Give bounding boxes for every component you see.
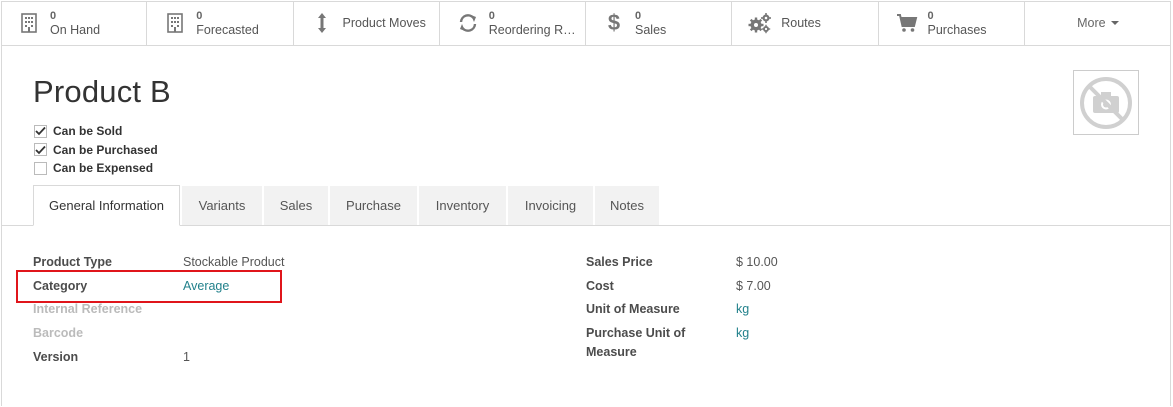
- cart-icon: [895, 11, 919, 35]
- notebook-tabs: General Information Variants Sales Purch…: [1, 185, 1171, 226]
- no-camera-icon: [1080, 76, 1132, 129]
- reordering-rules-label: Reordering Rules: [488, 23, 581, 37]
- purchases-label: Purchases: [927, 23, 987, 37]
- product-flags: Can be Sold Can be Purchased Can be Expe…: [34, 122, 158, 178]
- version-value[interactable]: 1: [183, 350, 190, 364]
- can-be-purchased-label: Can be Purchased: [53, 142, 158, 157]
- unit-of-measure-link[interactable]: kg: [736, 302, 749, 316]
- routes-label: Routes: [781, 16, 821, 30]
- purchases-count: 0: [927, 10, 934, 22]
- product-type-label: Product Type: [33, 255, 112, 269]
- on-hand-count: 0: [50, 10, 57, 22]
- more-label: More: [1077, 16, 1106, 30]
- forecasted-label: Forecasted: [196, 23, 259, 37]
- purchase-uom-label-line1: Purchase Unit of: [586, 326, 686, 340]
- refresh-icon: [456, 11, 480, 35]
- can-be-expensed-label: Can be Expensed: [53, 161, 154, 176]
- tab-general-information[interactable]: General Information: [33, 185, 180, 226]
- sales-price-value[interactable]: $ 10.00: [736, 255, 778, 269]
- tab-notes[interactable]: Notes: [595, 186, 659, 225]
- tab-purchase[interactable]: Purchase: [330, 186, 417, 225]
- tab-invoicing[interactable]: Invoicing: [508, 186, 593, 225]
- smart-buttons-bar: 0 On Hand 0 Forecasted Product Moves 0 Reor…: [1, 1, 1171, 46]
- dollar-icon: $: [607, 10, 621, 35]
- building-icon: [17, 11, 41, 35]
- product-moves-label: Product Moves: [342, 16, 426, 30]
- product-type-value[interactable]: Stockable Product: [183, 255, 284, 269]
- cogs-icon: [748, 11, 772, 35]
- cost-value[interactable]: $ 7.00: [736, 279, 771, 293]
- product-moves-button[interactable]: Product Moves: [294, 1, 440, 45]
- can-be-purchased-row[interactable]: Can be Purchased: [34, 141, 158, 160]
- forecasted-count: 0: [196, 10, 203, 22]
- cost-label: Cost: [586, 279, 614, 293]
- barcode-label: Barcode: [33, 326, 84, 340]
- reordering-rules-button[interactable]: 0 Reordering Rules: [440, 1, 586, 45]
- more-dropdown-button[interactable]: More: [1025, 1, 1171, 45]
- tab-variants[interactable]: Variants: [182, 186, 262, 225]
- can-be-sold-row[interactable]: Can be Sold: [34, 122, 158, 141]
- tab-sales[interactable]: Sales: [264, 186, 328, 225]
- purchase-uom-link[interactable]: kg: [736, 326, 749, 340]
- version-label: Version: [33, 350, 79, 364]
- on-hand-label: On Hand: [50, 23, 101, 37]
- sales-label: Sales: [635, 23, 667, 37]
- product-image[interactable]: [1073, 70, 1139, 135]
- sales-count: 0: [635, 10, 642, 22]
- sales-price-label: Sales Price: [586, 255, 653, 269]
- internal-reference-label: Internal Reference: [33, 302, 143, 316]
- unit-of-measure-label: Unit of Measure: [586, 302, 680, 316]
- product-name[interactable]: Product B: [33, 74, 171, 110]
- can-be-expensed-checkbox[interactable]: [34, 161, 47, 175]
- can-be-sold-label: Can be Sold: [53, 124, 123, 139]
- reordering-rules-count: 0: [488, 10, 495, 22]
- arrows-vertical-icon: [310, 11, 334, 35]
- routes-button[interactable]: Routes: [732, 1, 879, 45]
- forecasted-button[interactable]: 0 Forecasted: [147, 1, 294, 45]
- category-highlight-box: [16, 270, 282, 303]
- can-be-sold-checkbox[interactable]: [34, 124, 47, 138]
- building-icon: [163, 11, 187, 35]
- sales-button[interactable]: $ 0 Sales: [586, 1, 733, 45]
- on-hand-button[interactable]: 0 On Hand: [1, 1, 148, 45]
- purchase-uom-label-line2: Measure: [586, 345, 637, 359]
- can-be-expensed-row[interactable]: Can be Expensed: [34, 159, 158, 178]
- can-be-purchased-checkbox[interactable]: [34, 143, 47, 157]
- caret-down-icon: [1110, 21, 1119, 25]
- purchases-button[interactable]: 0 Purchases: [879, 1, 1025, 45]
- tab-inventory[interactable]: Inventory: [419, 186, 506, 225]
